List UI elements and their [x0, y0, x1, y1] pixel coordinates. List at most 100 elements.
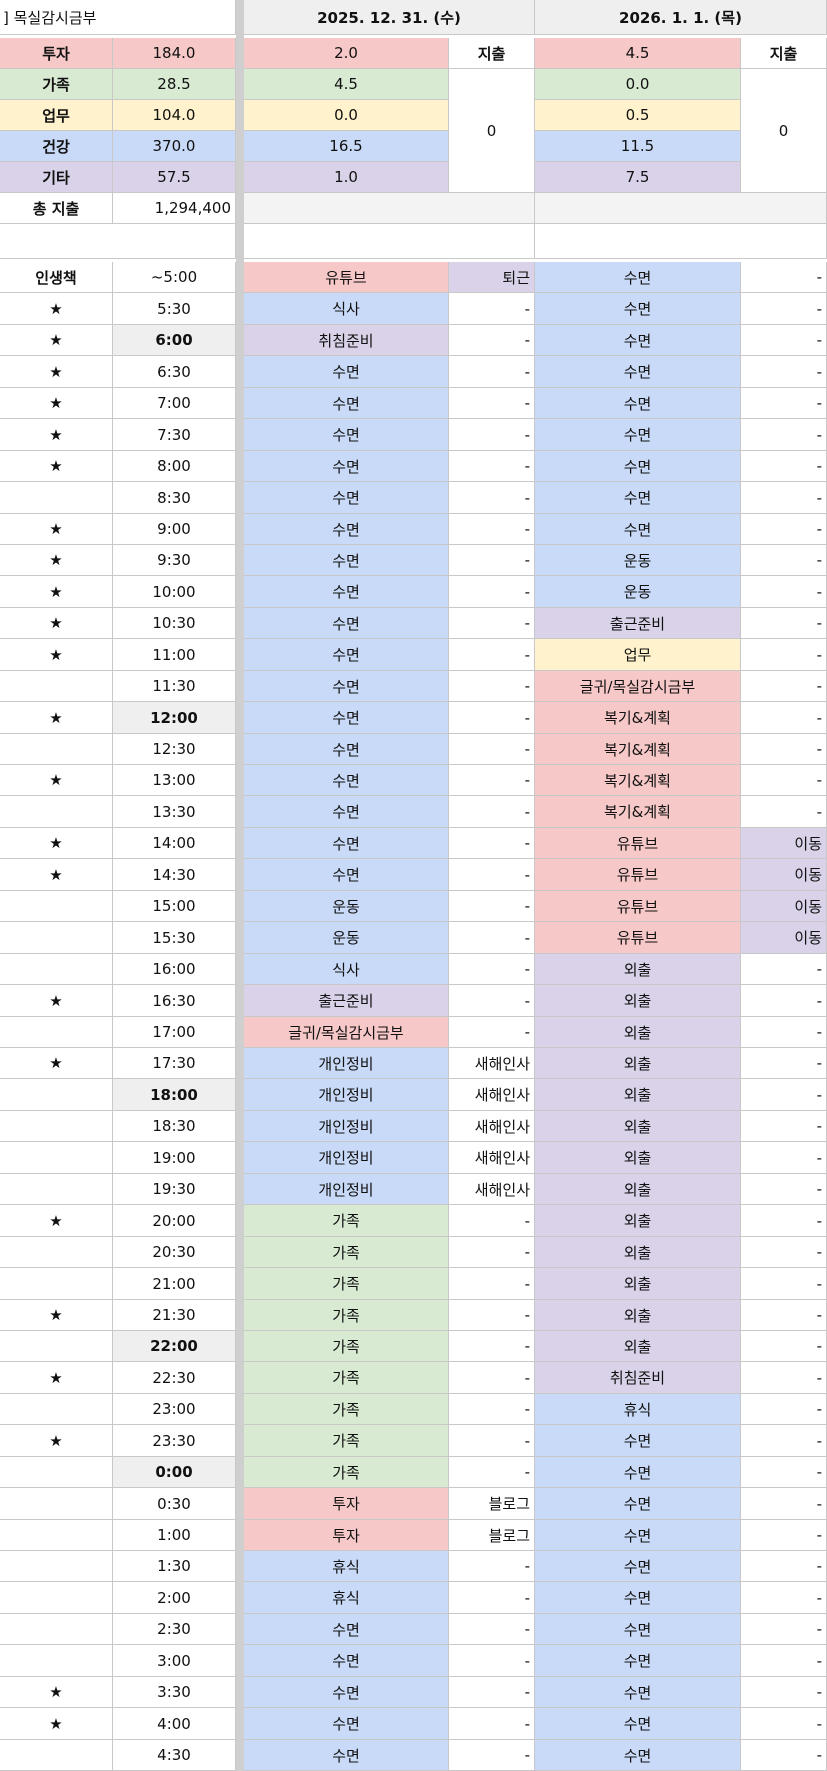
time-cell[interactable]: 19:00 — [113, 1142, 236, 1174]
star-cell[interactable]: ★ — [0, 293, 113, 325]
star-cell[interactable] — [0, 1645, 113, 1677]
day2-note[interactable]: 이동 — [741, 828, 827, 859]
day2-activity[interactable]: 외출 — [535, 1079, 741, 1111]
star-cell[interactable] — [0, 1268, 113, 1300]
day1-note[interactable]: 새해인사 — [449, 1111, 535, 1142]
star-cell[interactable]: ★ — [0, 702, 113, 734]
day1-activity[interactable]: 가족 — [244, 1394, 449, 1425]
day2-activity[interactable]: 수면 — [535, 1457, 741, 1488]
star-cell[interactable] — [0, 734, 113, 765]
time-cell[interactable]: 11:30 — [113, 671, 236, 702]
star-cell[interactable]: ★ — [0, 419, 113, 451]
category-day1-3[interactable]: 16.5 — [244, 131, 449, 162]
expense-value-1[interactable]: 0 — [449, 69, 535, 193]
day1-activity[interactable]: 수면 — [244, 1740, 449, 1771]
total-expense-day1[interactable] — [244, 193, 535, 224]
star-cell[interactable]: ★ — [0, 325, 113, 356]
day2-activity[interactable]: 유튜브 — [535, 828, 741, 859]
day1-activity[interactable]: 가족 — [244, 1268, 449, 1300]
star-cell[interactable]: ★ — [0, 765, 113, 796]
day2-activity[interactable]: 수면 — [535, 1708, 741, 1740]
star-cell[interactable]: ★ — [0, 639, 113, 671]
expense-label-1[interactable]: 지출 — [449, 38, 535, 69]
day2-activity[interactable]: 복기&계획 — [535, 734, 741, 765]
time-cell[interactable]: 13:00 — [113, 765, 236, 796]
star-cell[interactable] — [0, 796, 113, 828]
day2-note[interactable]: - — [741, 1362, 827, 1394]
day1-note[interactable]: - — [449, 1614, 535, 1645]
day1-note[interactable]: - — [449, 1740, 535, 1771]
category-total-2[interactable]: 104.0 — [113, 100, 236, 131]
day2-activity[interactable]: 외출 — [535, 1017, 741, 1048]
star-cell[interactable]: ★ — [0, 1362, 113, 1394]
day2-note[interactable]: - — [741, 545, 827, 576]
time-cell[interactable]: 18:30 — [113, 1111, 236, 1142]
day1-note[interactable]: 새해인사 — [449, 1048, 535, 1079]
day1-activity[interactable]: 투자 — [244, 1520, 449, 1551]
day1-note[interactable]: - — [449, 1551, 535, 1582]
day1-activity[interactable]: 개인정비 — [244, 1142, 449, 1174]
day1-note[interactable]: - — [449, 608, 535, 639]
star-cell[interactable]: ★ — [0, 1048, 113, 1079]
day2-activity[interactable]: 외출 — [535, 1111, 741, 1142]
time-cell[interactable]: 3:00 — [113, 1645, 236, 1677]
day1-note[interactable]: 블로그 — [449, 1520, 535, 1551]
category-day1-4[interactable]: 1.0 — [244, 162, 449, 193]
category-total-4[interactable]: 57.5 — [113, 162, 236, 193]
day1-note[interactable]: - — [449, 1425, 535, 1457]
day2-note[interactable]: - — [741, 1205, 827, 1237]
total-expense-value[interactable]: 1,294,400 — [113, 193, 236, 224]
day2-activity[interactable]: 수면 — [535, 1520, 741, 1551]
day2-note[interactable]: - — [741, 702, 827, 734]
category-total-3[interactable]: 370.0 — [113, 131, 236, 162]
day1-note[interactable]: - — [449, 1300, 535, 1331]
time-cell[interactable]: 14:00 — [113, 828, 236, 859]
time-cell[interactable]: 17:00 — [113, 1017, 236, 1048]
day2-note[interactable]: - — [741, 293, 827, 325]
day1-activity[interactable]: 수면 — [244, 1614, 449, 1645]
date-header-2[interactable]: 2026. 1. 1. (목) — [535, 0, 827, 35]
day1-note[interactable]: - — [449, 514, 535, 545]
star-cell[interactable] — [0, 1614, 113, 1645]
day1-note[interactable]: - — [449, 1331, 535, 1362]
time-cell[interactable]: 9:00 — [113, 514, 236, 545]
day2-activity[interactable]: 복기&계획 — [535, 702, 741, 734]
day2-note[interactable]: - — [741, 1048, 827, 1079]
time-cell[interactable]: 21:00 — [113, 1268, 236, 1300]
time-cell[interactable]: 7:30 — [113, 419, 236, 451]
star-cell[interactable]: ★ — [0, 1425, 113, 1457]
day2-note[interactable]: - — [741, 388, 827, 419]
day1-activity[interactable]: 식사 — [244, 954, 449, 985]
day2-note[interactable]: - — [741, 356, 827, 388]
day1-note[interactable]: - — [449, 1708, 535, 1740]
star-cell[interactable] — [0, 922, 113, 954]
time-cell[interactable]: 0:00 — [113, 1457, 236, 1488]
star-cell[interactable]: ★ — [0, 451, 113, 482]
day1-activity[interactable]: 가족 — [244, 1362, 449, 1394]
time-cell[interactable]: 6:00 — [113, 325, 236, 356]
day2-activity[interactable]: 복기&계획 — [535, 796, 741, 828]
day2-note[interactable]: - — [741, 1645, 827, 1677]
day1-activity[interactable]: 수면 — [244, 1677, 449, 1708]
day2-note[interactable]: - — [741, 1708, 827, 1740]
day1-note[interactable]: - — [449, 765, 535, 796]
time-cell[interactable]: 8:00 — [113, 451, 236, 482]
day1-note[interactable]: - — [449, 922, 535, 954]
schedule-header[interactable]: 인생책 — [0, 262, 113, 293]
day1-note[interactable]: - — [449, 828, 535, 859]
day1-activity[interactable]: 취침준비 — [244, 325, 449, 356]
star-cell[interactable]: ★ — [0, 985, 113, 1017]
day1-note[interactable]: - — [449, 891, 535, 922]
day1-activity[interactable]: 수면 — [244, 388, 449, 419]
day2-activity[interactable]: 수면 — [535, 1551, 741, 1582]
star-cell[interactable] — [0, 1740, 113, 1771]
time-cell[interactable]: 22:00 — [113, 1331, 236, 1362]
time-cell[interactable]: 12:00 — [113, 702, 236, 734]
day1-activity[interactable]: 가족 — [244, 1205, 449, 1237]
time-cell[interactable]: 2:00 — [113, 1582, 236, 1614]
time-cell[interactable]: ~5:00 — [113, 262, 236, 293]
category-label-0[interactable]: 투자 — [0, 38, 113, 69]
star-cell[interactable]: ★ — [0, 859, 113, 891]
day2-note[interactable]: - — [741, 734, 827, 765]
day1-activity[interactable]: 수면 — [244, 765, 449, 796]
